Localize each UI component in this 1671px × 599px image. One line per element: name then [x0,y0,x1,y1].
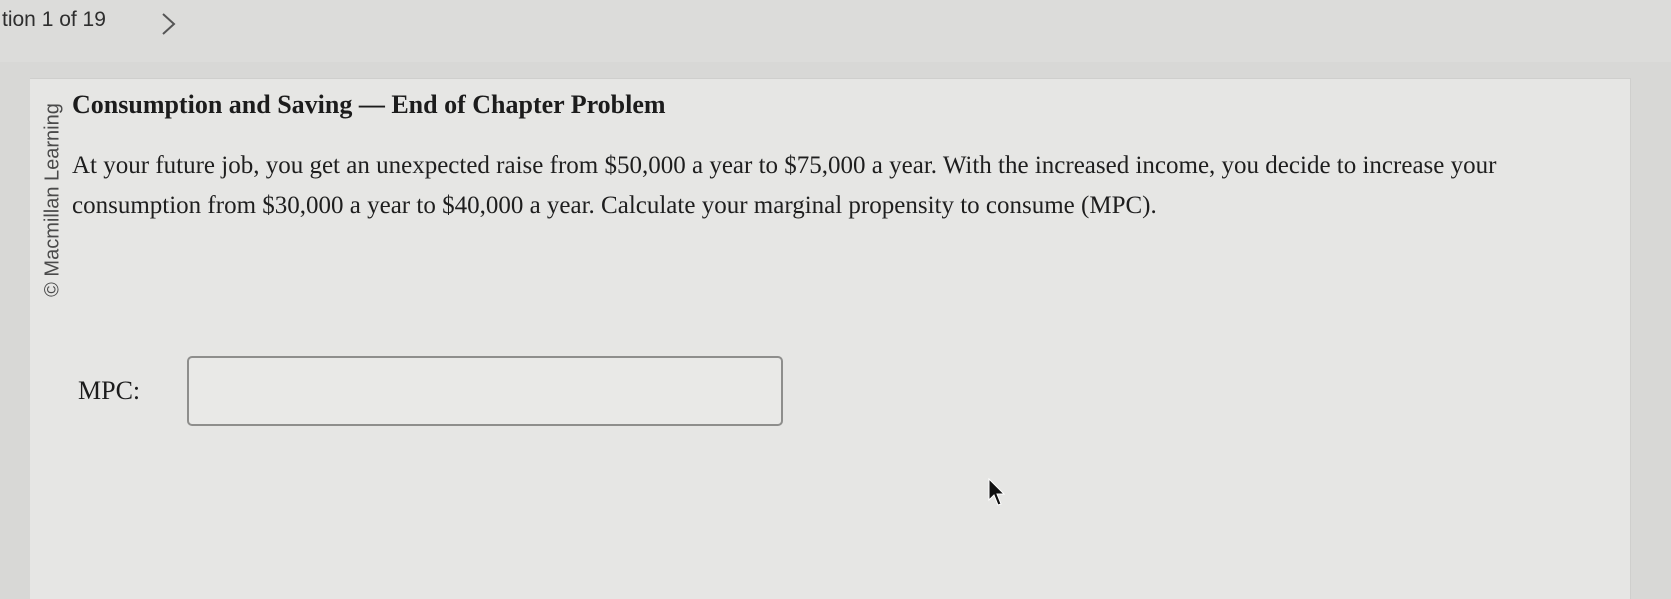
mpc-answer-input[interactable] [187,356,783,426]
question-title: Consumption and Saving — End of Chapter … [72,90,666,119]
problem-text: At your future job, you get an unexpecte… [72,152,1497,219]
question-counter: tion 1 of 19 [2,8,106,31]
mouse-pointer-icon [988,478,1006,506]
chevron-right-icon[interactable] [158,10,180,38]
copyright-notice: © Macmillan Learning [41,103,64,297]
mpc-label: MPC: [78,376,141,405]
question-nav-bar: tion 1 of 19 [0,0,1671,62]
